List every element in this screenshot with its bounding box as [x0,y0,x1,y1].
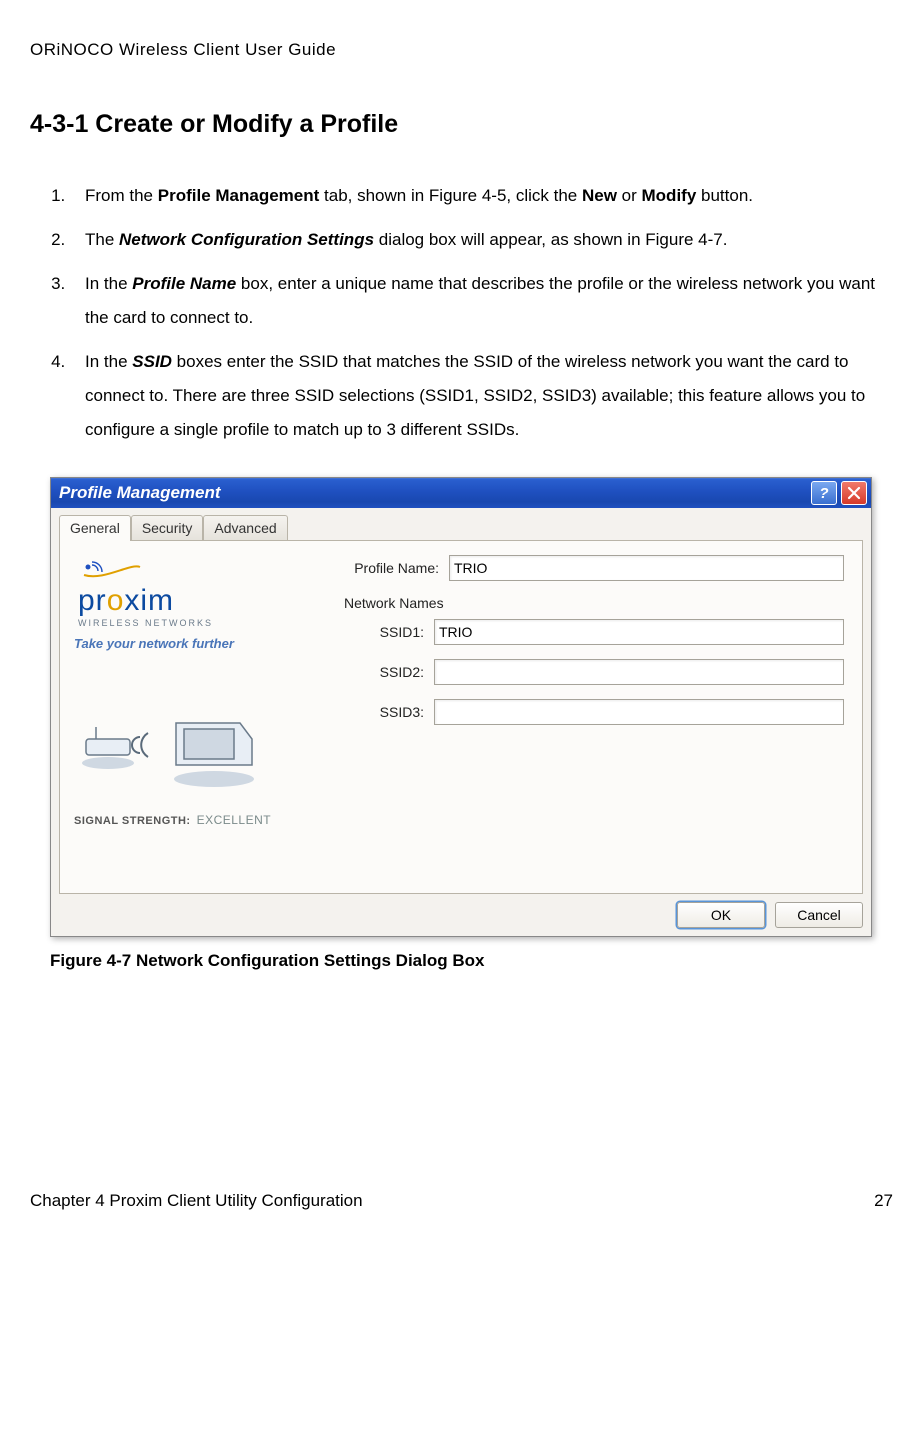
dialog-title: Profile Management [59,483,807,503]
ssid3-row: SSID3: [369,699,844,725]
bold-text: Profile Management [158,186,320,205]
step-2: The Network Configuration Settings dialo… [70,223,893,257]
signal-strength-label: SIGNAL STRENGTH: [74,815,191,827]
signal-strength-value: EXCELLENT [197,813,272,827]
text: boxes enter the SSID that matches the SS… [85,352,865,439]
section-heading: 4-3-1 Create or Modify a Profile [30,110,893,139]
brand-tagline: Take your network further [74,636,234,651]
text: or [617,186,642,205]
ssid2-label: SSID2: [369,664,424,680]
text: The [85,230,119,249]
document-footer: Chapter 4 Proxim Client Utility Configur… [30,1191,893,1211]
bold-italic-text: Network Configuration Settings [119,230,374,249]
proxim-logo: proxim WIRELESS NETWORKS [78,561,213,628]
ssid2-row: SSID2: [369,659,844,685]
ssid3-input[interactable] [434,699,844,725]
document-header: ORiNOCO Wireless Client User Guide [30,40,893,60]
branding-column: proxim WIRELESS NETWORKS Take your netwo… [74,555,314,827]
text: In the [85,274,132,293]
help-button[interactable]: ? [811,481,837,505]
network-names-label: Network Names [344,595,844,611]
brand-subtext: WIRELESS NETWORKS [78,618,213,628]
footer-page-number: 27 [874,1191,893,1211]
text: tab, shown in Figure 4-5, click the [319,186,582,205]
tab-panel: proxim WIRELESS NETWORKS Take your netwo… [59,540,863,894]
ssid1-row: SSID1: [369,619,844,645]
profile-name-label: Profile Name: [344,560,439,576]
profile-name-input[interactable] [449,555,844,581]
form-column: Profile Name: Network Names SSID1: SSID2… [344,555,844,827]
signal-strength-row: SIGNAL STRENGTH: EXCELLENT [74,813,271,827]
cancel-button[interactable]: Cancel [775,902,863,928]
text: button. [696,186,753,205]
text: In the [85,352,132,371]
profile-name-row: Profile Name: [344,555,844,581]
ssid2-input[interactable] [434,659,844,685]
dialog-buttons: OK Cancel [59,902,863,928]
brand-text: o [107,584,125,617]
network-illustration-icon [80,701,260,791]
help-icon: ? [819,485,828,502]
tabs-row: General Security Advanced [59,514,863,540]
ssid1-input[interactable] [434,619,844,645]
steps-list: From the Profile Management tab, shown i… [30,179,893,447]
bold-italic-text: SSID [132,352,172,371]
tab-security[interactable]: Security [131,515,204,541]
text: dialog box will appear, as shown in Figu… [374,230,727,249]
text: From the [85,186,158,205]
tab-advanced[interactable]: Advanced [203,515,287,541]
step-3: In the Profile Name box, enter a unique … [70,267,893,335]
dialog-body: General Security Advanced proxim [51,508,871,936]
tab-general[interactable]: General [59,515,131,541]
bold-italic-text: Profile Name [132,274,236,293]
bold-text: Modify [642,186,697,205]
brand-text: xim [124,584,174,617]
network-names-group: SSID1: SSID2: SSID3: [369,619,844,725]
footer-left: Chapter 4 Proxim Client Utility Configur… [30,1191,363,1211]
logo-swoosh-icon [82,561,142,579]
brand-text: pr [78,584,107,617]
close-icon [847,486,861,500]
step-1: From the Profile Management tab, shown i… [70,179,893,213]
profile-management-dialog: Profile Management ? General Security Ad… [50,477,872,937]
figure-caption: Figure 4-7 Network Configuration Setting… [50,951,893,971]
title-bar[interactable]: Profile Management ? [51,478,871,508]
ssid3-label: SSID3: [369,704,424,720]
ok-button[interactable]: OK [677,902,765,928]
step-4: In the SSID boxes enter the SSID that ma… [70,345,893,447]
bold-text: New [582,186,617,205]
close-button[interactable] [841,481,867,505]
ssid1-label: SSID1: [369,624,424,640]
